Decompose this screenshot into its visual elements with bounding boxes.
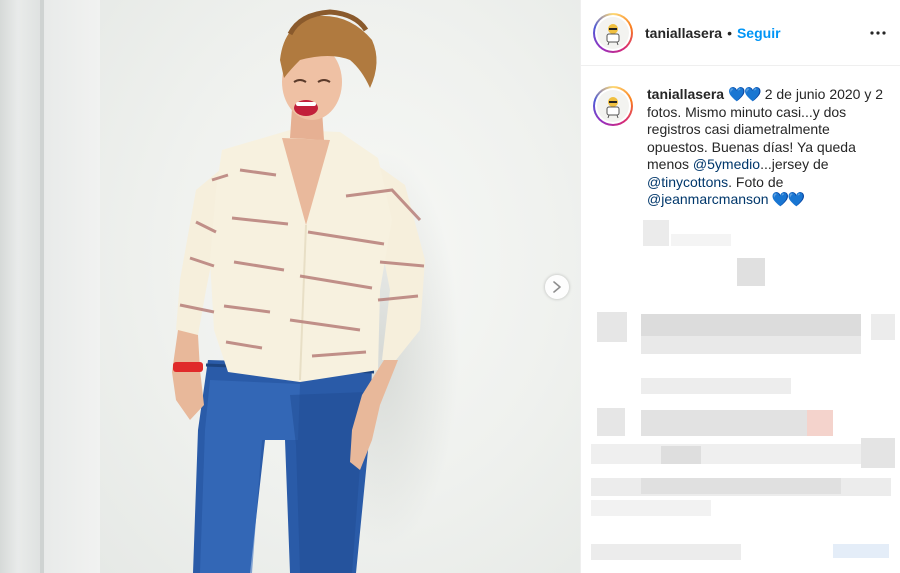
next-photo-button[interactable] [545, 275, 569, 299]
follow-button[interactable]: Seguir [737, 25, 781, 41]
caption-username[interactable]: taniallasera [647, 86, 724, 102]
blue-hearts-emoji: 💙💙 [727, 86, 762, 102]
post-photo[interactable] [0, 0, 580, 573]
caption-text: taniallasera 💙💙 2 de junio 2020 y 2 foto… [647, 86, 887, 209]
mention-jeanmarcmanson[interactable]: @jeanmarcmanson [647, 191, 769, 207]
post-caption: taniallasera 💙💙 2 de junio 2020 y 2 foto… [593, 86, 893, 209]
header-username[interactable]: taniallasera [645, 25, 722, 41]
avatar-drawing-icon [606, 23, 620, 45]
mention-tinycottons[interactable]: @tinycottons [647, 174, 728, 190]
caption-body-3: . Foto de [728, 173, 784, 190]
mention-5ymedio[interactable]: @5ymedio [693, 156, 760, 172]
post-side-panel: taniallasera • Seguir taniallasera 💙💙 2 … [580, 0, 900, 573]
caption-avatar [597, 90, 629, 122]
caption-body-2: ...jersey de [760, 156, 829, 172]
avatar [597, 16, 629, 49]
avatar-drawing-icon [606, 97, 620, 119]
chevron-right-icon [553, 281, 561, 293]
more-horizontal-icon[interactable] [869, 24, 887, 42]
post-header: taniallasera • Seguir [581, 0, 900, 66]
caption-avatar-ring[interactable] [593, 86, 633, 126]
person-illustration [172, 9, 425, 573]
header-separator: • [727, 24, 732, 41]
avatar-story-ring[interactable] [593, 12, 633, 53]
blue-hearts-emoji: 💙💙 [768, 191, 805, 207]
